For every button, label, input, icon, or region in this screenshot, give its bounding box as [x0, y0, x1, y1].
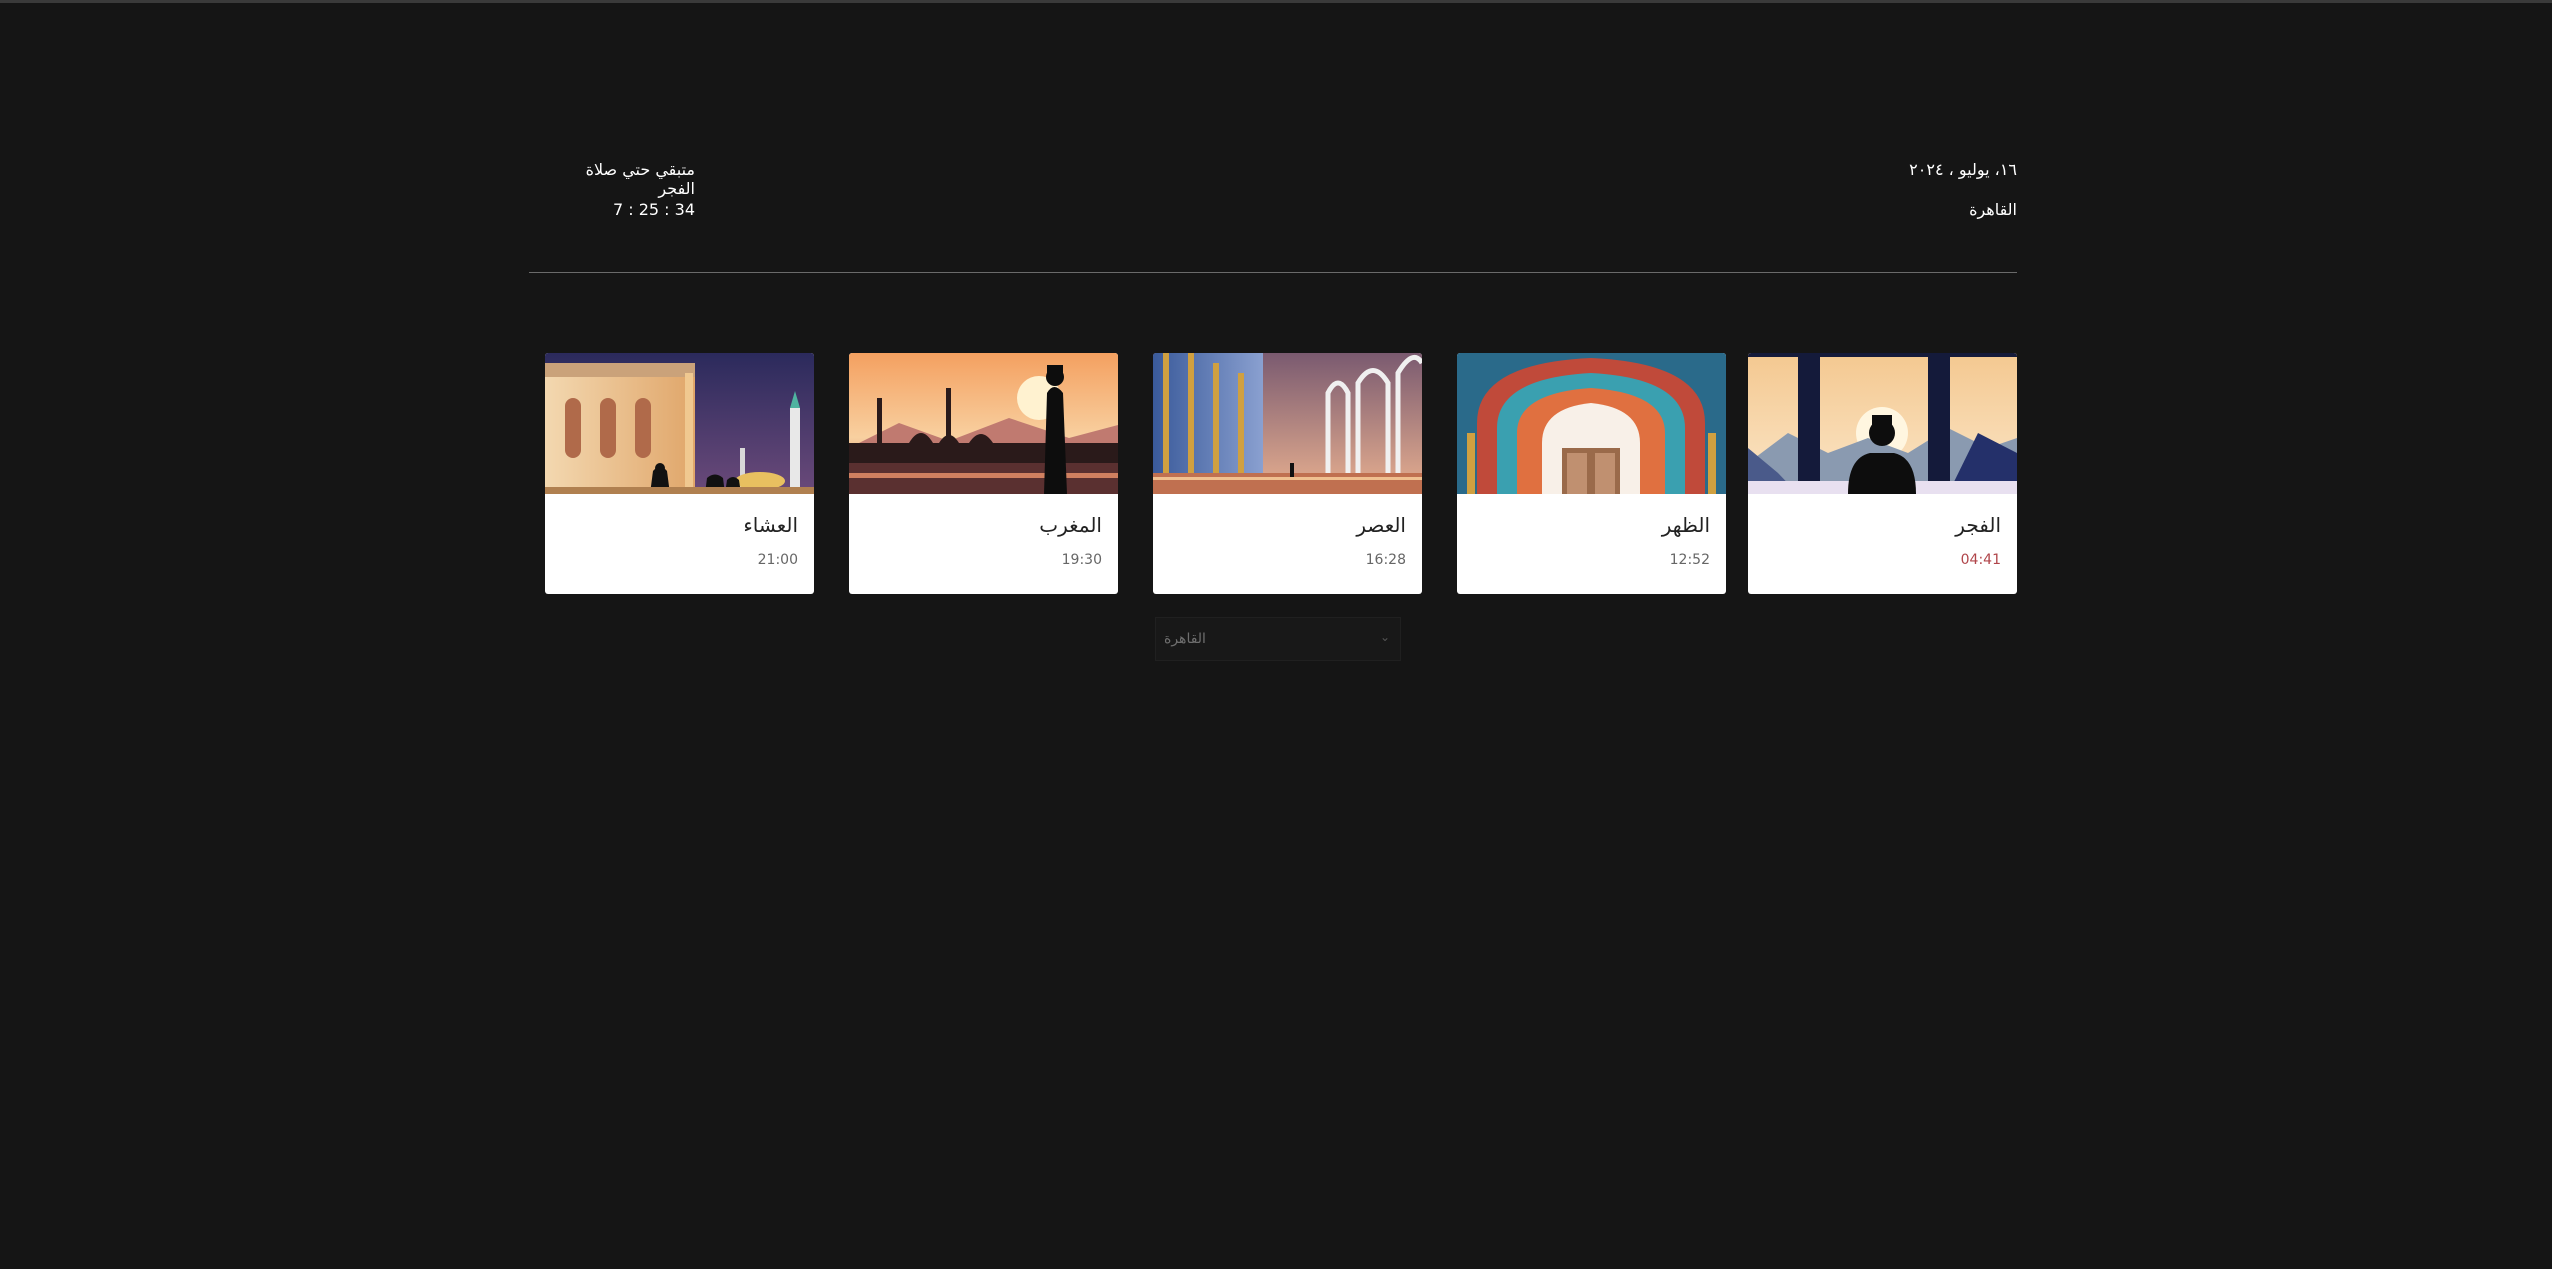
- remaining-label: متبقي حتي صلاة الفجر: [585, 160, 695, 198]
- isha-image: [545, 353, 814, 494]
- current-city: القاهرة: [1969, 200, 2017, 219]
- chevron-down-icon[interactable]: ⌄: [1380, 630, 1390, 644]
- prayer-time: 19:30: [1061, 552, 1102, 568]
- divider: [529, 272, 2017, 273]
- prayer-card-fajr[interactable]: الفجر 04:41: [1748, 353, 2017, 594]
- city-select[interactable]: القاهرة ⌄: [1155, 617, 1401, 661]
- prayer-time: 04:41: [1960, 552, 2001, 568]
- current-date: ١٦، يوليو ، ٢٠٢٤: [1909, 160, 2017, 179]
- prayer-name: المغرب: [1039, 513, 1102, 537]
- fajr-image: [1748, 353, 2017, 494]
- prayer-card-asr[interactable]: العصر 16:28: [1153, 353, 1422, 594]
- header: ١٦، يوليو ، ٢٠٢٤ القاهرة متبقي حتي صلاة …: [529, 150, 2017, 250]
- main-container: ١٦، يوليو ، ٢٠٢٤ القاهرة متبقي حتي صلاة …: [529, 0, 2017, 1269]
- prayer-card-dhuhr[interactable]: الظهر 12:52: [1457, 353, 1726, 594]
- asr-image: [1153, 353, 1422, 494]
- countdown-timer: 7 : 25 : 34: [612, 200, 695, 219]
- prayer-name: الظهر: [1661, 513, 1710, 537]
- maghrib-image: [849, 353, 1118, 494]
- prayer-time: 12:52: [1669, 552, 1710, 568]
- prayer-name: العصر: [1356, 513, 1406, 537]
- prayer-name: العشاء: [743, 513, 798, 537]
- prayer-name: الفجر: [1955, 513, 2001, 537]
- prayer-time: 21:00: [757, 552, 798, 568]
- prayer-time: 16:28: [1365, 552, 1406, 568]
- prayer-cards: العشاء 21:00 المغرب 19:30 العصر 16:28 ال…: [545, 353, 2017, 594]
- prayer-card-isha[interactable]: العشاء 21:00: [545, 353, 814, 594]
- dhuhr-image: [1457, 353, 1726, 494]
- city-select-value: القاهرة: [1164, 631, 1206, 647]
- prayer-card-maghrib[interactable]: المغرب 19:30: [849, 353, 1118, 594]
